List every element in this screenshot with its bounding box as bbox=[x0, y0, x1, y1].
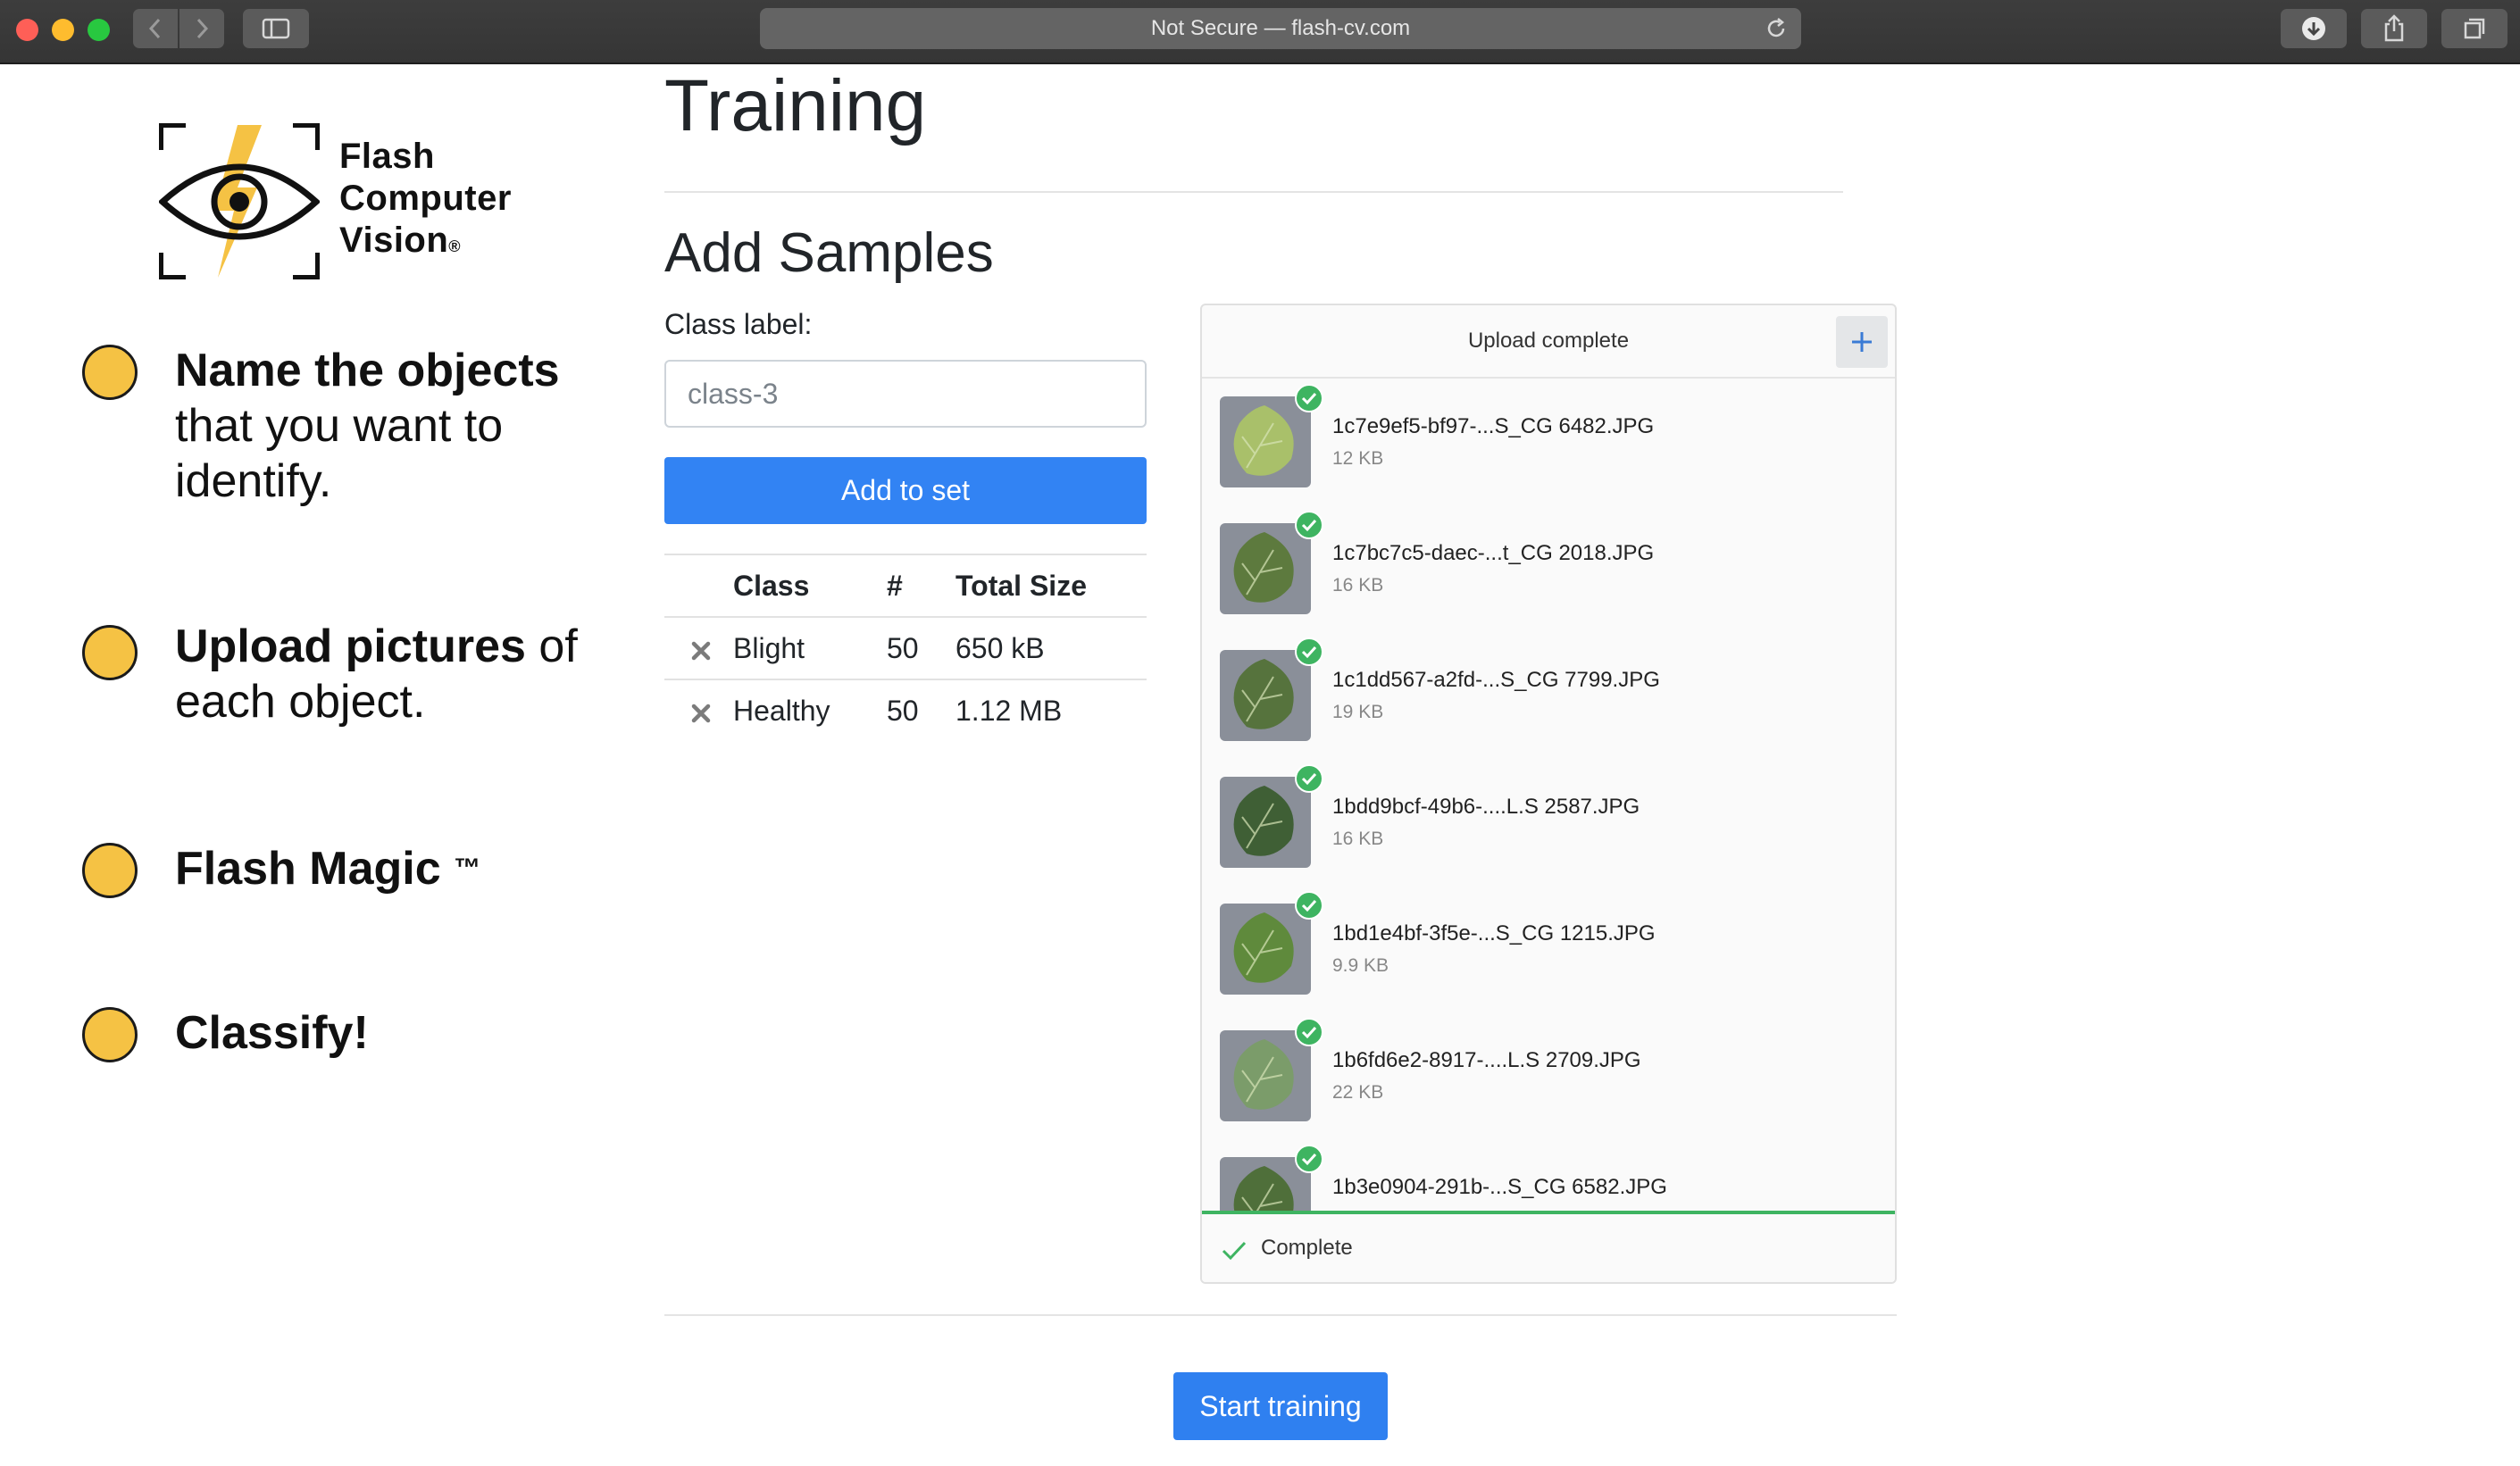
file-size: 9.9 KB bbox=[1332, 955, 1389, 976]
step-2-dot bbox=[82, 625, 138, 680]
start-training-button[interactable]: Start training bbox=[1173, 1372, 1388, 1440]
class-size: 1.12 MB bbox=[955, 695, 1063, 727]
trademark-mark: ™ bbox=[454, 854, 481, 883]
upload-complete-label: Complete bbox=[1261, 1236, 1353, 1260]
step-1-dot bbox=[82, 345, 138, 400]
upload-success-icon bbox=[1295, 384, 1323, 412]
sidebar-toggle-button[interactable] bbox=[243, 9, 309, 48]
classes-table: Class # Total Size Blight 50 650 kB Heal… bbox=[664, 554, 1147, 741]
sidebar-icon bbox=[262, 18, 290, 39]
logo-line-3: Vision bbox=[339, 221, 449, 260]
step-4-dot bbox=[82, 1007, 138, 1062]
list-item[interactable]: 1bd1e4bf-3f5e-...S_CG 1215.JPG 9.9 KB bbox=[1202, 886, 1895, 1014]
checkmark-icon bbox=[1222, 1241, 1247, 1261]
minimize-window-button[interactable] bbox=[52, 19, 74, 41]
list-item[interactable]: 1c7e9ef5-bf97-...S_CG 6482.JPG 12 KB bbox=[1202, 379, 1895, 507]
forward-button[interactable] bbox=[179, 9, 224, 48]
file-name: 1b3e0904-291b-...S_CG 6582.JPG bbox=[1332, 1175, 1667, 1199]
browser-toolbar: Not Secure — flash-cv.com bbox=[0, 0, 2520, 64]
class-count: 50 bbox=[887, 632, 919, 664]
table-row: Healthy 50 1.12 MB bbox=[664, 679, 1147, 741]
page-title: Training bbox=[664, 65, 927, 146]
logo-line-2: Computer bbox=[339, 179, 512, 218]
reload-icon[interactable] bbox=[1764, 16, 1789, 41]
step-4-bold: Classify! bbox=[175, 1007, 369, 1059]
header-class: Class bbox=[733, 570, 810, 602]
upload-panel-header: Upload complete bbox=[1202, 305, 1895, 379]
step-4-text: Classify! bbox=[175, 1005, 369, 1061]
url-text: Not Secure — flash-cv.com bbox=[1150, 16, 1411, 40]
back-button[interactable] bbox=[133, 9, 178, 48]
file-size: 12 KB bbox=[1332, 448, 1384, 469]
add-files-button[interactable] bbox=[1836, 316, 1888, 368]
flash-eye-logo-icon bbox=[159, 123, 320, 279]
chevron-left-icon bbox=[148, 18, 161, 39]
file-size: 16 KB bbox=[1332, 575, 1384, 596]
class-label-input[interactable] bbox=[664, 360, 1147, 428]
step-1-bold: Name the objects bbox=[175, 345, 560, 396]
file-name: 1c7bc7c5-daec-...t_CG 2018.JPG bbox=[1332, 541, 1655, 565]
file-size: 16 KB bbox=[1332, 829, 1384, 849]
download-icon bbox=[2302, 17, 2325, 40]
upload-panel: Upload complete 1c7e9ef5-bf97-...S_CG 64… bbox=[1200, 304, 1897, 1284]
registered-mark: ® bbox=[448, 237, 462, 255]
logo-wordmark: Flash Computer Vision® bbox=[339, 136, 512, 268]
bottom-divider bbox=[664, 1314, 1897, 1316]
class-size: 650 kB bbox=[955, 632, 1045, 664]
file-name: 1b6fd6e2-8917-....L.S 2709.JPG bbox=[1332, 1048, 1641, 1072]
class-name: Healthy bbox=[733, 695, 830, 727]
share-icon bbox=[2384, 14, 2404, 42]
list-item[interactable]: 1bdd9bcf-49b6-....L.S 2587.JPG 16 KB bbox=[1202, 759, 1895, 887]
step-3-bold: Flash Magic bbox=[175, 843, 441, 895]
table-row: Blight 50 650 kB bbox=[664, 618, 1147, 679]
close-icon bbox=[691, 641, 711, 660]
add-samples-heading: Add Samples bbox=[664, 222, 994, 284]
share-button[interactable] bbox=[2361, 9, 2427, 48]
file-name: 1bdd9bcf-49b6-....L.S 2587.JPG bbox=[1332, 795, 1640, 819]
tabs-overview-button[interactable] bbox=[2441, 9, 2507, 48]
step-1-rest: that you want to identify. bbox=[175, 400, 504, 507]
list-item[interactable]: 1b6fd6e2-8917-....L.S 2709.JPG 22 KB bbox=[1202, 1012, 1895, 1141]
downloads-button[interactable] bbox=[2281, 9, 2347, 48]
upload-success-icon bbox=[1295, 1018, 1323, 1046]
address-bar[interactable]: Not Secure — flash-cv.com bbox=[760, 8, 1801, 49]
upload-success-icon bbox=[1295, 891, 1323, 920]
upload-success-icon bbox=[1295, 764, 1323, 793]
upload-status: Upload complete bbox=[1467, 329, 1630, 353]
upload-success-icon bbox=[1295, 1145, 1323, 1173]
plus-icon bbox=[1852, 332, 1872, 352]
step-3-dot bbox=[82, 843, 138, 898]
tabs-icon bbox=[2464, 18, 2485, 39]
remove-class-healthy-button[interactable] bbox=[689, 680, 713, 741]
table-header-row: Class # Total Size bbox=[664, 554, 1147, 618]
class-label: Class label: bbox=[664, 308, 813, 340]
header-total-size: Total Size bbox=[955, 570, 1087, 602]
upload-panel-footer: Complete bbox=[1202, 1214, 1895, 1282]
list-item[interactable]: 1c1dd567-a2fd-...S_CG 7799.JPG 19 KB bbox=[1202, 632, 1895, 761]
upload-success-icon bbox=[1295, 637, 1323, 666]
file-size: 19 KB bbox=[1332, 702, 1384, 722]
list-item[interactable]: 1c7bc7c5-daec-...t_CG 2018.JPG 16 KB bbox=[1202, 505, 1895, 634]
close-icon bbox=[691, 704, 711, 722]
close-window-button[interactable] bbox=[16, 19, 38, 41]
step-2-bold: Upload pictures bbox=[175, 621, 526, 672]
upload-success-icon bbox=[1295, 511, 1323, 539]
step-1-text: Name the objects that you want to identi… bbox=[175, 343, 586, 509]
file-name: 1c7e9ef5-bf97-...S_CG 6482.JPG bbox=[1332, 414, 1655, 438]
step-3-text: Flash Magic ™ bbox=[175, 841, 480, 896]
add-to-set-button[interactable]: Add to set bbox=[664, 457, 1147, 524]
upload-file-list[interactable]: 1c7e9ef5-bf97-...S_CG 6482.JPG 12 KB 1c7bc… bbox=[1202, 379, 1895, 1282]
class-count: 50 bbox=[887, 695, 919, 727]
class-name: Blight bbox=[733, 632, 805, 664]
zoom-window-button[interactable] bbox=[88, 19, 110, 41]
title-divider bbox=[664, 191, 1843, 193]
logo-line-1: Flash bbox=[339, 137, 435, 176]
step-2-text: Upload pictures of each object. bbox=[175, 619, 586, 729]
header-count: # bbox=[887, 570, 903, 602]
chevron-right-icon bbox=[196, 18, 209, 39]
file-name: 1bd1e4bf-3f5e-...S_CG 1215.JPG bbox=[1332, 921, 1656, 945]
file-name: 1c1dd567-a2fd-...S_CG 7799.JPG bbox=[1332, 668, 1660, 692]
file-size: 22 KB bbox=[1332, 1082, 1384, 1103]
remove-class-blight-button[interactable] bbox=[689, 618, 713, 679]
